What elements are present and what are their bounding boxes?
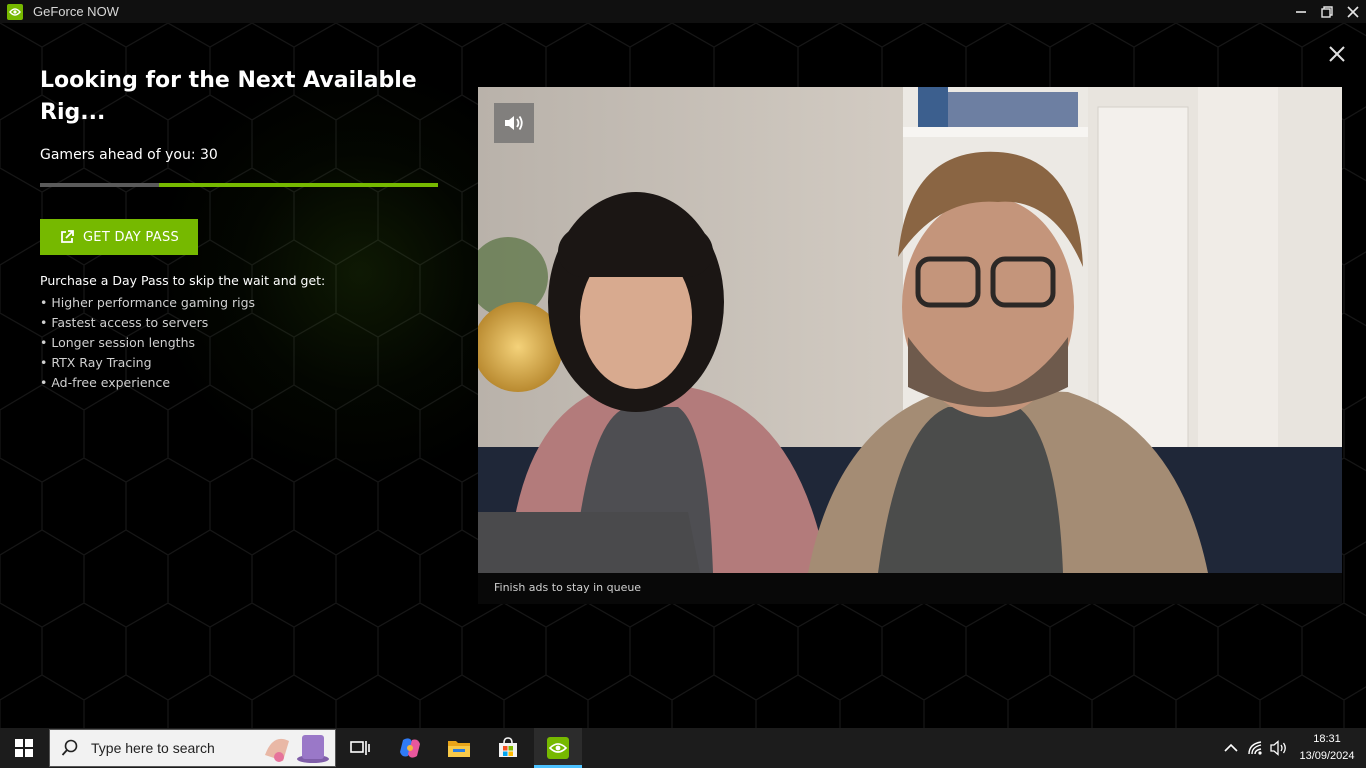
nvidia-logo-icon	[7, 3, 23, 20]
queue-screen: Looking for the Next Available Rig... Ga…	[0, 23, 1366, 728]
benefit-item: • RTX Ray Tracing	[40, 355, 152, 370]
queue-progress-bar	[40, 183, 438, 187]
chevron-up-icon	[1224, 743, 1238, 752]
search-placeholder: Type here to search	[91, 740, 215, 756]
restore-icon	[1321, 5, 1333, 18]
minimize-button[interactable]	[1288, 0, 1314, 23]
taskbar-search-box[interactable]: Type here to search	[49, 729, 336, 767]
network-button[interactable]	[1245, 728, 1267, 768]
window-title: GeForce NOW	[33, 4, 119, 19]
geforce-now-taskbar-button[interactable]	[534, 728, 582, 768]
benefit-item: • Higher performance gaming rigs	[40, 295, 256, 310]
benefits-title: Purchase a Day Pass to skip the wait and…	[40, 273, 326, 288]
search-icon	[61, 739, 78, 756]
store-icon	[499, 737, 517, 757]
wifi-icon	[1248, 741, 1262, 755]
external-link-icon	[61, 230, 74, 243]
folder-icon	[448, 741, 470, 757]
volume-icon	[1270, 740, 1286, 756]
ad-video-frame	[478, 87, 1342, 573]
get-day-pass-label: GET DAY PASS	[82, 229, 180, 245]
start-button[interactable]	[0, 728, 48, 768]
minimize-icon	[1296, 10, 1306, 13]
page-title: Looking for the Next Available Rig...	[40, 68, 417, 125]
ad-video[interactable]	[478, 87, 1342, 573]
taskbar-clock[interactable]: 18:31 13/09/2024	[1296, 731, 1358, 765]
queue-position: Gamers ahead of you: 30	[40, 147, 218, 163]
benefit-item: • Ad-free experience	[40, 375, 171, 390]
nvidia-logo-icon	[547, 737, 569, 759]
taskbar: Type here to search 18:31 13/09/2024	[0, 728, 1366, 768]
show-hidden-icons-button[interactable]	[1220, 728, 1242, 768]
ad-panel: Finish ads to stay in queue	[478, 87, 1342, 604]
ad-caption: Finish ads to stay in queue	[494, 581, 642, 594]
close-window-button[interactable]	[1340, 0, 1366, 23]
search-highlight-icon	[265, 735, 329, 763]
restore-button[interactable]	[1314, 0, 1340, 23]
sound-toggle-button[interactable]	[494, 103, 534, 143]
queue-progress-fill	[159, 183, 438, 187]
title-bar: GeForce NOW	[0, 0, 1366, 23]
close-queue-button[interactable]	[1326, 43, 1348, 65]
clock-time: 18:31	[1313, 733, 1341, 745]
get-day-pass-button[interactable]: GET DAY PASS	[40, 219, 198, 255]
clock-date: 13/09/2024	[1299, 750, 1355, 762]
windows-logo-icon	[15, 739, 33, 757]
benefits-list: • Higher performance gaming rigs • Faste…	[40, 293, 255, 393]
copilot-button[interactable]	[387, 728, 433, 768]
file-explorer-button[interactable]	[436, 728, 482, 768]
task-view-icon	[350, 741, 370, 755]
speaker-icon	[505, 115, 523, 131]
benefit-item: • Fastest access to servers	[40, 315, 209, 330]
task-view-button[interactable]	[337, 728, 383, 768]
copilot-icon	[400, 738, 420, 758]
benefit-item: • Longer session lengths	[40, 335, 195, 350]
close-icon	[1329, 46, 1345, 62]
volume-button[interactable]	[1268, 728, 1290, 768]
microsoft-store-button[interactable]	[485, 728, 531, 768]
close-icon	[1347, 5, 1359, 18]
